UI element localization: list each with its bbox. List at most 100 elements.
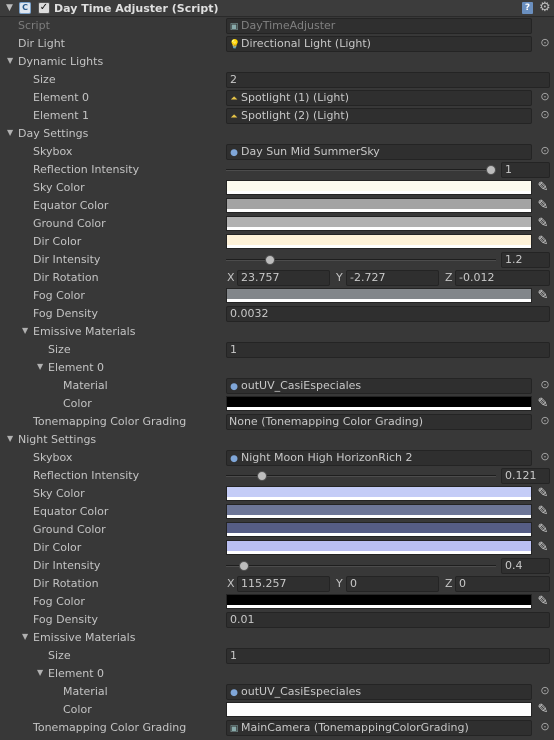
night-emissive-size-field[interactable]: 1 — [226, 648, 550, 664]
day-emissive-color-swatch[interactable] — [226, 396, 532, 411]
dynamic-light-element-0-field[interactable]: ⏶ Spotlight (1) (Light) — [226, 90, 532, 106]
night-dir-intensity-slider[interactable] — [226, 565, 496, 567]
foldout-expanded-icon[interactable]: ▼ — [7, 434, 13, 443]
row-dir-light: Dir Light 💡Directional Light (Light) ⊙ — [0, 35, 554, 53]
gear-icon[interactable]: ⚙ — [539, 0, 551, 15]
night-rotation-z-field[interactable]: 0 — [455, 576, 550, 592]
foldout-expanded-icon[interactable]: ▼ — [7, 56, 13, 65]
dynamic-light-element-1-field[interactable]: ⏶ Spotlight (2) (Light) — [226, 108, 532, 124]
eyedropper-icon[interactable]: ✎ — [535, 396, 551, 412]
script-icon: C — [19, 2, 31, 14]
day-skybox-field[interactable]: ● Day Sun Mid SummerSky — [226, 144, 532, 160]
day-rotation-z-field[interactable]: -0.012 — [455, 270, 550, 286]
row-day-emissive[interactable]: ▼ Emissive Materials — [0, 323, 554, 341]
script-field: ▣ DayTimeAdjuster — [226, 18, 532, 34]
object-picker-icon[interactable]: ⊙ — [539, 451, 551, 463]
object-picker-icon[interactable]: ⊙ — [539, 145, 551, 157]
night-rotation-y-field[interactable]: 0 — [346, 576, 439, 592]
help-book-icon[interactable]: ? — [522, 2, 533, 14]
slider-thumb[interactable] — [265, 255, 275, 265]
foldout-expanded-icon[interactable]: ▼ — [22, 326, 28, 335]
x-label: X — [227, 271, 235, 284]
night-rotation-x-field[interactable]: 115.257 — [237, 576, 330, 592]
fog-density-label: Fog Density — [33, 613, 98, 626]
night-emissive-material-field[interactable]: ● outUV_CasiEspeciales — [226, 684, 532, 700]
row-dynamic-light-element-0: Element 0 ⏶ Spotlight (1) (Light) ⊙ — [0, 89, 554, 107]
day-emissive-material-value: outUV_CasiEspeciales — [241, 379, 362, 392]
component-enabled-checkbox[interactable]: ✓ — [38, 2, 50, 14]
row-night-emissive[interactable]: ▼ Emissive Materials — [0, 629, 554, 647]
day-sky-color-swatch[interactable] — [226, 180, 532, 195]
eyedropper-icon[interactable]: ✎ — [535, 594, 551, 610]
night-fog-color-swatch[interactable] — [226, 594, 532, 609]
night-ground-color-swatch[interactable] — [226, 522, 532, 537]
night-emissive-color-swatch[interactable] — [226, 702, 532, 717]
foldout-expanded-icon[interactable]: ▼ — [37, 668, 43, 677]
reflection-intensity-label: Reflection Intensity — [33, 163, 140, 176]
eyedropper-icon[interactable]: ✎ — [535, 234, 551, 250]
night-skybox-field[interactable]: ● Night Moon High HorizonRich 2 — [226, 450, 532, 466]
day-ground-color-swatch[interactable] — [226, 216, 532, 231]
eyedropper-icon[interactable]: ✎ — [535, 702, 551, 718]
fog-color-label: Fog Color — [33, 289, 85, 302]
eyedropper-icon[interactable]: ✎ — [535, 504, 551, 520]
night-tonemapping-field[interactable]: ▣ MainCamera (TonemappingColorGrading) — [226, 720, 532, 736]
day-emissive-material-field[interactable]: ● outUV_CasiEspeciales — [226, 378, 532, 394]
day-fog-color-swatch[interactable] — [226, 288, 532, 303]
object-picker-icon[interactable]: ⊙ — [539, 37, 551, 49]
foldout-expanded-icon[interactable]: ▼ — [7, 128, 13, 137]
eyedropper-icon[interactable]: ✎ — [535, 216, 551, 232]
day-reflection-slider[interactable] — [226, 169, 496, 171]
row-dynamic-lights[interactable]: ▼ Dynamic Lights — [0, 53, 554, 71]
night-dir-intensity-value[interactable]: 0.4 — [501, 558, 550, 574]
night-sky-color-swatch[interactable] — [226, 486, 532, 501]
fog-color-label: Fog Color — [33, 595, 85, 608]
object-picker-icon[interactable]: ⊙ — [539, 379, 551, 391]
day-dir-intensity-value[interactable]: 1.2 — [501, 252, 550, 268]
night-reflection-value[interactable]: 0.121 — [501, 468, 550, 484]
day-fog-density-field[interactable]: 0.0032 — [226, 306, 550, 322]
size-label: Size — [48, 649, 71, 662]
night-dir-color-swatch[interactable] — [226, 540, 532, 555]
foldout-expanded-icon[interactable]: ▼ — [37, 362, 43, 371]
night-fog-density-field[interactable]: 0.01 — [226, 612, 550, 628]
slider-thumb[interactable] — [257, 471, 268, 481]
skybox-label: Skybox — [33, 451, 73, 464]
object-picker-icon[interactable]: ⊙ — [539, 685, 551, 697]
row-night-emissive-material: Material ● outUV_CasiEspeciales ⊙ — [0, 683, 554, 701]
row-day-settings[interactable]: ▼ Day Settings — [0, 125, 554, 143]
eyedropper-icon[interactable]: ✎ — [535, 180, 551, 196]
object-picker-icon[interactable]: ⊙ — [539, 91, 551, 103]
day-rotation-y-field[interactable]: -2.727 — [346, 270, 439, 286]
day-equator-color-swatch[interactable] — [226, 198, 532, 213]
object-picker-icon[interactable]: ⊙ — [539, 109, 551, 121]
slider-thumb[interactable] — [486, 165, 496, 175]
eyedropper-icon[interactable]: ✎ — [535, 288, 551, 304]
row-day-reflection: Reflection Intensity 1 — [0, 161, 554, 179]
eyedropper-icon[interactable]: ✎ — [535, 486, 551, 502]
day-rotation-x-field[interactable]: 23.757 — [237, 270, 330, 286]
dir-light-field[interactable]: 💡Directional Light (Light) — [226, 36, 532, 52]
dynamic-lights-size-field[interactable]: 2 — [226, 72, 550, 88]
sky-color-label: Sky Color — [33, 487, 85, 500]
object-picker-icon[interactable]: ⊙ — [539, 415, 551, 427]
day-dir-color-swatch[interactable] — [226, 234, 532, 249]
eyedropper-icon[interactable]: ✎ — [535, 540, 551, 556]
night-equator-color-swatch[interactable] — [226, 504, 532, 519]
row-day-emissive-element-0[interactable]: ▼ Element 0 — [0, 359, 554, 377]
slider-thumb[interactable] — [239, 561, 249, 571]
object-picker-icon[interactable]: ⊙ — [539, 721, 551, 733]
eyedropper-icon[interactable]: ✎ — [535, 198, 551, 214]
day-emissive-size-field[interactable]: 1 — [226, 342, 550, 358]
day-tonemapping-field[interactable]: None (Tonemapping Color Grading) — [226, 414, 532, 430]
day-reflection-value[interactable]: 1 — [501, 162, 550, 178]
row-day-fog-color: Fog Color ✎ — [0, 287, 554, 305]
element-label: Element 0 — [48, 361, 105, 374]
foldout-expanded-icon[interactable]: ▼ — [22, 632, 28, 641]
eyedropper-icon[interactable]: ✎ — [535, 522, 551, 538]
size-label: Size — [48, 343, 71, 356]
foldout-expanded-icon[interactable]: ▼ — [6, 3, 13, 13]
row-night-settings[interactable]: ▼ Night Settings — [0, 431, 554, 449]
row-night-emissive-element-0[interactable]: ▼ Element 0 — [0, 665, 554, 683]
row-night-reflection: Reflection Intensity 0.121 — [0, 467, 554, 485]
